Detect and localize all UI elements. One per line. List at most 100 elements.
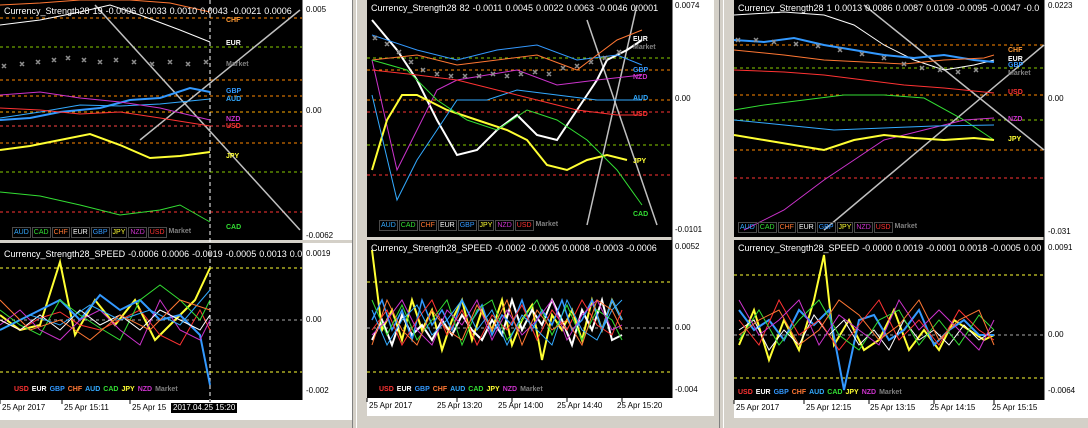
speed-axis-max: 0.0052 [675, 242, 700, 251]
speed-title: Currency_Strength28_SPEED -0.0006 0.0006 -0… [4, 249, 310, 260]
currency-label-aud: AUD [633, 95, 649, 102]
speed-value: -0.0002 [495, 243, 526, 253]
legend-usd: USD [873, 222, 893, 233]
currency-label-gbp: GBP [226, 88, 242, 95]
currency-label-cad: CAD [226, 224, 242, 231]
legend-cad: CAD [468, 386, 484, 393]
indicator-name: Currency_Strength28 [4, 6, 90, 16]
speed-value: -0.0003 [592, 243, 624, 253]
indicator-value: 0.0013 [834, 3, 863, 13]
chart-canvas-3[interactable] [724, 0, 1088, 428]
indicator-value: -0.0047 [990, 3, 1021, 13]
speed-value: -0.0006 [128, 249, 159, 259]
legend-jpy: JPY [121, 386, 135, 393]
speed-legend: USD EUR GBP CHF AUD CAD JPY NZD Market [14, 386, 181, 393]
indicator-value: 0.0063 [566, 3, 595, 13]
speed-name: Currency_Strength28_SPEED [371, 243, 493, 253]
legend-nzd: NZD [854, 222, 873, 233]
legend-gbp: GBP [49, 386, 65, 393]
legend-market: Market [520, 386, 543, 393]
axis-min: -0.0062 [306, 231, 334, 240]
indicator-period: 19 [92, 6, 103, 16]
currency-label-gbp: GBP [1008, 62, 1024, 69]
chart-window-3[interactable]: Currency_Strength28 1 0.0013 0.0086 0.0087 0.… [724, 0, 1088, 428]
legend-aud: AUD [809, 389, 825, 396]
time-label: 25 Apr 2017 [2, 403, 46, 412]
speed-value: 0.0006 [161, 249, 190, 259]
legend-jpy: JPY [486, 386, 500, 393]
legend-gbp: GBP [816, 222, 836, 233]
indicator-title: Currency_Strength28 1 0.0013 0.0086 0.0087 0.… [738, 3, 1042, 14]
time-label: 25 Apr 13:15 [870, 403, 916, 412]
time-label: 25 Apr 14:40 [557, 401, 603, 410]
currency-label-usd: USD [633, 111, 648, 118]
legend-jpy: JPY [477, 220, 495, 231]
legend-jpy: JPY [110, 227, 128, 238]
speed-axis-max: 0.0091 [1048, 243, 1073, 252]
legend-nzd: NZD [137, 386, 153, 393]
time-label: 25 Apr 15:11 [64, 403, 109, 412]
legend-cad: CAD [398, 220, 418, 231]
speed-title: Currency_Strength28_SPEED -0.0002 -0.0005 0… [371, 243, 660, 254]
window-splitter[interactable] [719, 0, 724, 428]
legend-cad: CAD [103, 386, 119, 393]
indicator-period: 1 [826, 3, 832, 13]
speed-value: -0.0005 [528, 243, 560, 253]
speed-name: Currency_Strength28_SPEED [738, 243, 860, 253]
currency-label-eur: EUR [633, 36, 648, 43]
legend-aud: AUD [12, 227, 31, 238]
indicator-period: 82 [459, 3, 470, 13]
indicator-value: 0.0043 [200, 6, 228, 16]
speed-axis-min: -0.002 [306, 386, 329, 395]
currency-legend: AUD CAD CHF EUR GBP JPY NZD USD Market [12, 227, 193, 238]
legend-eur: EUR [70, 227, 90, 238]
currency-label-market: Market [633, 44, 656, 51]
window-splitter[interactable] [352, 0, 357, 428]
currency-label-nzd: NZD [633, 74, 648, 81]
indicator-value: 0.0086 [865, 3, 893, 13]
chart-canvas-2[interactable] [357, 0, 719, 428]
legend-market: Market [894, 223, 918, 230]
indicator-name: Currency_Strength28 [738, 3, 824, 13]
legend-market: Market [879, 389, 902, 396]
speed-legend: USD EUR GBP CHF AUD CAD JPY NZD Market [738, 389, 905, 396]
legend-jpy: JPY [845, 389, 859, 396]
indicator-value: 0.0045 [505, 3, 533, 13]
currency-label-jpy: JPY [633, 158, 647, 165]
speed-axis-max: 0.0019 [306, 249, 331, 258]
chart-window-1[interactable]: Currency_Strength28 19 -0.0006 0.0033 0.0010… [0, 0, 352, 428]
axis-min: -0.031 [1048, 227, 1071, 236]
indicator-value: 0.0001 [630, 3, 659, 13]
legend-usd: USD [147, 227, 167, 238]
legend-aud: AUD [379, 220, 398, 231]
legend-cad: CAD [827, 389, 843, 396]
legend-nzd: NZD [495, 220, 514, 231]
legend-usd: USD [14, 386, 29, 393]
speed-value: -0.0005 [225, 249, 257, 259]
chart-canvas-1[interactable] [0, 0, 352, 428]
speed-value: -0.0006 [626, 243, 657, 253]
chart-window-2[interactable]: Currency_Strength28 82 -0.0011 0.0045 0.0022… [357, 0, 719, 428]
speed-value: -0.0019 [192, 249, 223, 259]
speed-value: 0.00 [1023, 243, 1042, 253]
speed-legend: USD EUR GBP CHF AUD CAD JPY NZD Market [379, 386, 546, 393]
legend-aud: AUD [450, 386, 466, 393]
legend-eur: EUR [31, 386, 47, 393]
indicator-value: 0.0010 [169, 6, 198, 16]
axis-min: -0.0101 [675, 225, 703, 234]
speed-value: 0.0013 [259, 249, 287, 259]
speed-value: 0.0018 [959, 243, 988, 253]
speed-axis-mid: 0.00 [675, 323, 691, 332]
legend-nzd: NZD [502, 386, 518, 393]
currency-label-usd: USD [1008, 89, 1023, 96]
currency-legend: AUD CAD CHF EUR GBP JPY NZD USD Market [379, 220, 560, 231]
speed-name: Currency_Strength28_SPEED [4, 249, 126, 259]
currency-label-jpy: JPY [226, 153, 240, 160]
indicator-value: -0.0 [1023, 3, 1040, 13]
legend-market: Market [168, 228, 192, 235]
time-label: 25 Apr 12:15 [806, 403, 852, 412]
legend-chf: CHF [67, 386, 83, 393]
legend-chf: CHF [51, 227, 70, 238]
legend-chf: CHF [791, 389, 807, 396]
speed-axis-min: -0.0064 [1048, 386, 1076, 395]
